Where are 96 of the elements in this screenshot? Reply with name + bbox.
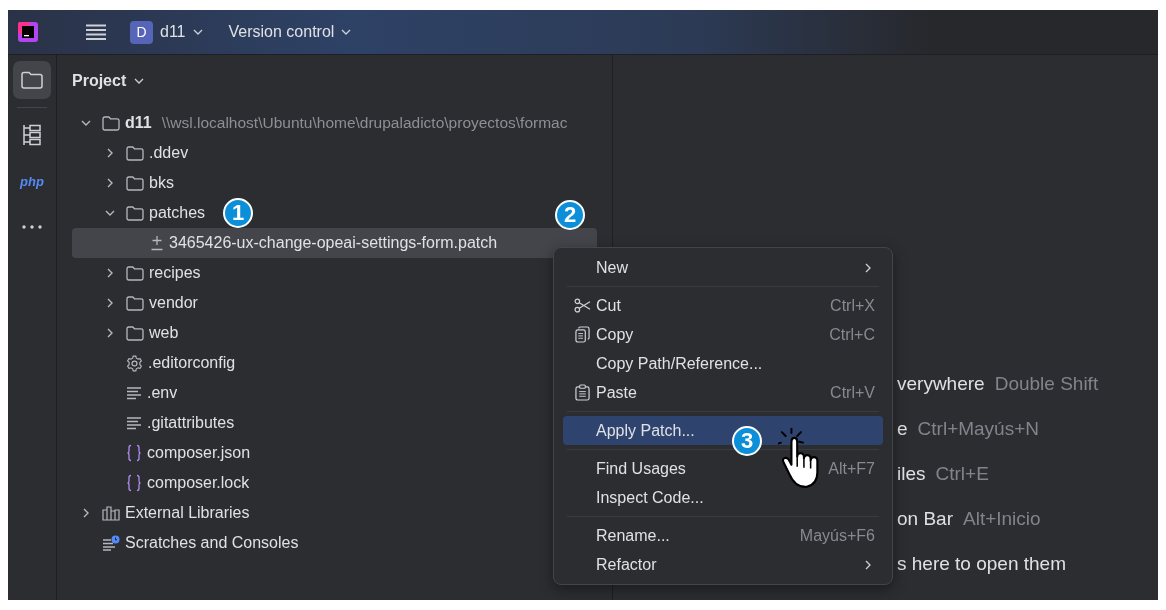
expand-chevron-icon[interactable] [105, 298, 115, 308]
tree-item[interactable]: bks [72, 168, 174, 198]
app-logo-icon[interactable] [18, 22, 38, 42]
expand-chevron-icon[interactable] [105, 178, 115, 188]
folder-icon [21, 71, 43, 89]
expand-chevron-icon[interactable] [81, 118, 91, 128]
tree-item[interactable]: web [72, 318, 179, 348]
tree-item[interactable]: d11 \\wsl.localhost\Ubuntu\home\drupaladicto\proyectos\formac [72, 108, 568, 138]
tree-item[interactable]: .ddev [72, 138, 189, 168]
folder-icon [126, 205, 144, 221]
expand-chevron-icon[interactable] [105, 148, 115, 158]
shortcut-label: Ctrl+V [830, 383, 875, 402]
tree-item-label: .gitattributes [147, 414, 235, 432]
gear-icon [126, 354, 143, 372]
folder-icon [126, 145, 144, 161]
structure-icon [22, 124, 42, 146]
hint-shortcut: Ctrl+Mayús+N [917, 418, 1039, 440]
version-control-menu[interactable]: Version control [220, 19, 360, 45]
hint-action: iles [897, 463, 926, 485]
library-icon [102, 505, 120, 521]
tree-item-label: .env [147, 384, 178, 402]
tree-item[interactable]: Scratches and Consoles [72, 528, 299, 558]
expand-chevron-icon[interactable] [105, 328, 115, 338]
hint-action: s here to open them [897, 553, 1066, 575]
hint-shortcut: Alt+Inicio [963, 508, 1041, 530]
shortcut-label: Alt+F7 [828, 459, 875, 478]
menu-item[interactable]: Copy Ctrl+C [563, 320, 883, 349]
menu-item[interactable]: Cut Ctrl+X [563, 291, 883, 320]
hint-shortcut: Double Shift [994, 373, 1099, 395]
shortcut-label: Ctrl+C [829, 325, 875, 344]
project-view-dropdown[interactable]: Project [64, 68, 153, 94]
tree-item[interactable]: recipes [72, 258, 201, 288]
folder-icon [102, 115, 120, 131]
expand-chevron-icon[interactable] [105, 268, 115, 278]
folder-icon [126, 295, 144, 311]
tree-item-label: bks [149, 174, 174, 192]
menu-item[interactable]: Rename... Mayús+F6 [563, 521, 883, 550]
menu-item[interactable]: Inspect Code... [563, 483, 883, 512]
braces-icon [126, 474, 142, 492]
tree-item-label: .ddev [149, 144, 189, 162]
menu-item[interactable]: Find Usages Alt+F7 [563, 454, 883, 483]
text-file-icon [126, 386, 142, 400]
hint-action: e [897, 418, 908, 440]
tree-item[interactable]: .env [72, 378, 178, 408]
tree-item[interactable]: External Libraries [72, 498, 250, 528]
folder-icon [126, 265, 144, 281]
project-switcher[interactable]: D d11 [122, 16, 211, 48]
hint-action: on Bar [897, 508, 953, 530]
tree-item-label: vendor [149, 294, 198, 312]
tree-item-label: recipes [149, 264, 201, 282]
expand-chevron-icon[interactable] [81, 508, 91, 518]
step-number-badge: 2 [555, 200, 585, 230]
folder-icon [126, 175, 144, 191]
copy-icon [574, 326, 590, 343]
expand-chevron-icon[interactable] [105, 208, 115, 218]
scratches-icon [102, 535, 120, 551]
folder-icon [126, 325, 144, 341]
project-path: \\wsl.localhost\Ubuntu\home\drupaladicto\proyectos\formac [161, 114, 568, 132]
scissors-icon [573, 298, 591, 313]
tree-item[interactable]: 3465426-ux-change-opeai-settings-form.patch [72, 228, 597, 258]
menu-item[interactable]: Copy Path/Reference... [563, 349, 883, 378]
tree-item-label: composer.lock [147, 474, 250, 492]
step-number-badge: 1 [223, 198, 253, 228]
tree-item-label: web [149, 324, 179, 342]
php-tool-button[interactable]: php [13, 162, 51, 200]
project-tool-button[interactable] [13, 61, 51, 99]
tree-item[interactable]: composer.json [72, 438, 251, 468]
plus-minus-icon [150, 235, 164, 251]
tree-item-label: .editorconfig [148, 354, 236, 372]
project-name: d11 [160, 23, 186, 41]
shortcut-label: Mayús+F6 [799, 526, 875, 545]
tree-item-label: patches [149, 204, 206, 222]
clipboard-icon [574, 384, 590, 401]
tree-item-label: 3465426-ux-change-opeai-settings-form.patch [169, 234, 498, 252]
menu-icon[interactable] [86, 24, 106, 40]
tree-item-label: composer.json [147, 444, 251, 462]
tree-item-label: External Libraries [125, 504, 250, 522]
chevron-down-icon [134, 78, 145, 84]
tree-item[interactable]: patches [72, 198, 206, 228]
menu-item[interactable]: Refactor [563, 550, 883, 579]
chevron-down-icon [192, 29, 203, 35]
tree-item-label: Scratches and Consoles [125, 534, 299, 552]
tree-item[interactable]: .editorconfig [72, 348, 236, 378]
hint-action: verywhere [897, 373, 985, 395]
shortcut-label: Ctrl+X [830, 296, 875, 315]
tree-item[interactable]: .gitattributes [72, 408, 235, 438]
tree-item-label: d11 [125, 114, 152, 132]
tree-item[interactable]: vendor [72, 288, 198, 318]
hint-shortcut: Ctrl+E [935, 463, 989, 485]
text-file-icon [126, 416, 142, 430]
menu-item[interactable]: Paste Ctrl+V [563, 378, 883, 407]
chevron-down-icon [341, 29, 352, 35]
tree-item[interactable]: composer.lock [72, 468, 250, 498]
project-avatar: D [130, 20, 153, 44]
braces-icon [126, 444, 142, 462]
more-dots-icon [22, 225, 42, 229]
